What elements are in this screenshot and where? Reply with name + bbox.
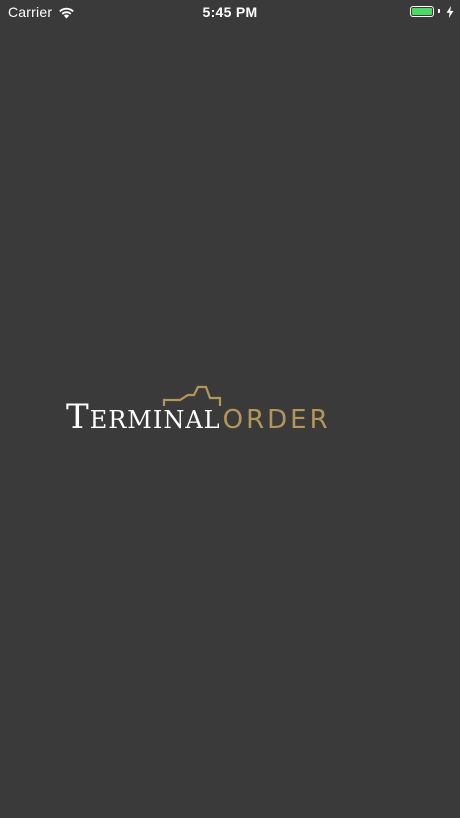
battery-cap: [438, 9, 440, 13]
logo-wordmark: TERMINALORDER: [66, 400, 331, 434]
status-bar: Carrier 5:45 PM: [0, 0, 460, 24]
status-time: 5:45 PM: [202, 4, 258, 20]
logo-word-terminal: TERMINAL: [66, 400, 221, 434]
logo-terminal-initial: T: [66, 397, 90, 437]
status-right: [410, 5, 454, 18]
terminal-order-logo: TERMINALORDER: [66, 384, 396, 440]
battery-fill: [412, 7, 432, 15]
charging-bolt-icon: [446, 5, 454, 18]
logo-word-order: ORDER: [222, 405, 331, 435]
logo-terminal-rest: ERMINAL: [89, 406, 221, 434]
splash-screen: Carrier 5:45 PM TERMINALORDER: [0, 0, 460, 818]
battery-icon: [410, 5, 434, 17]
